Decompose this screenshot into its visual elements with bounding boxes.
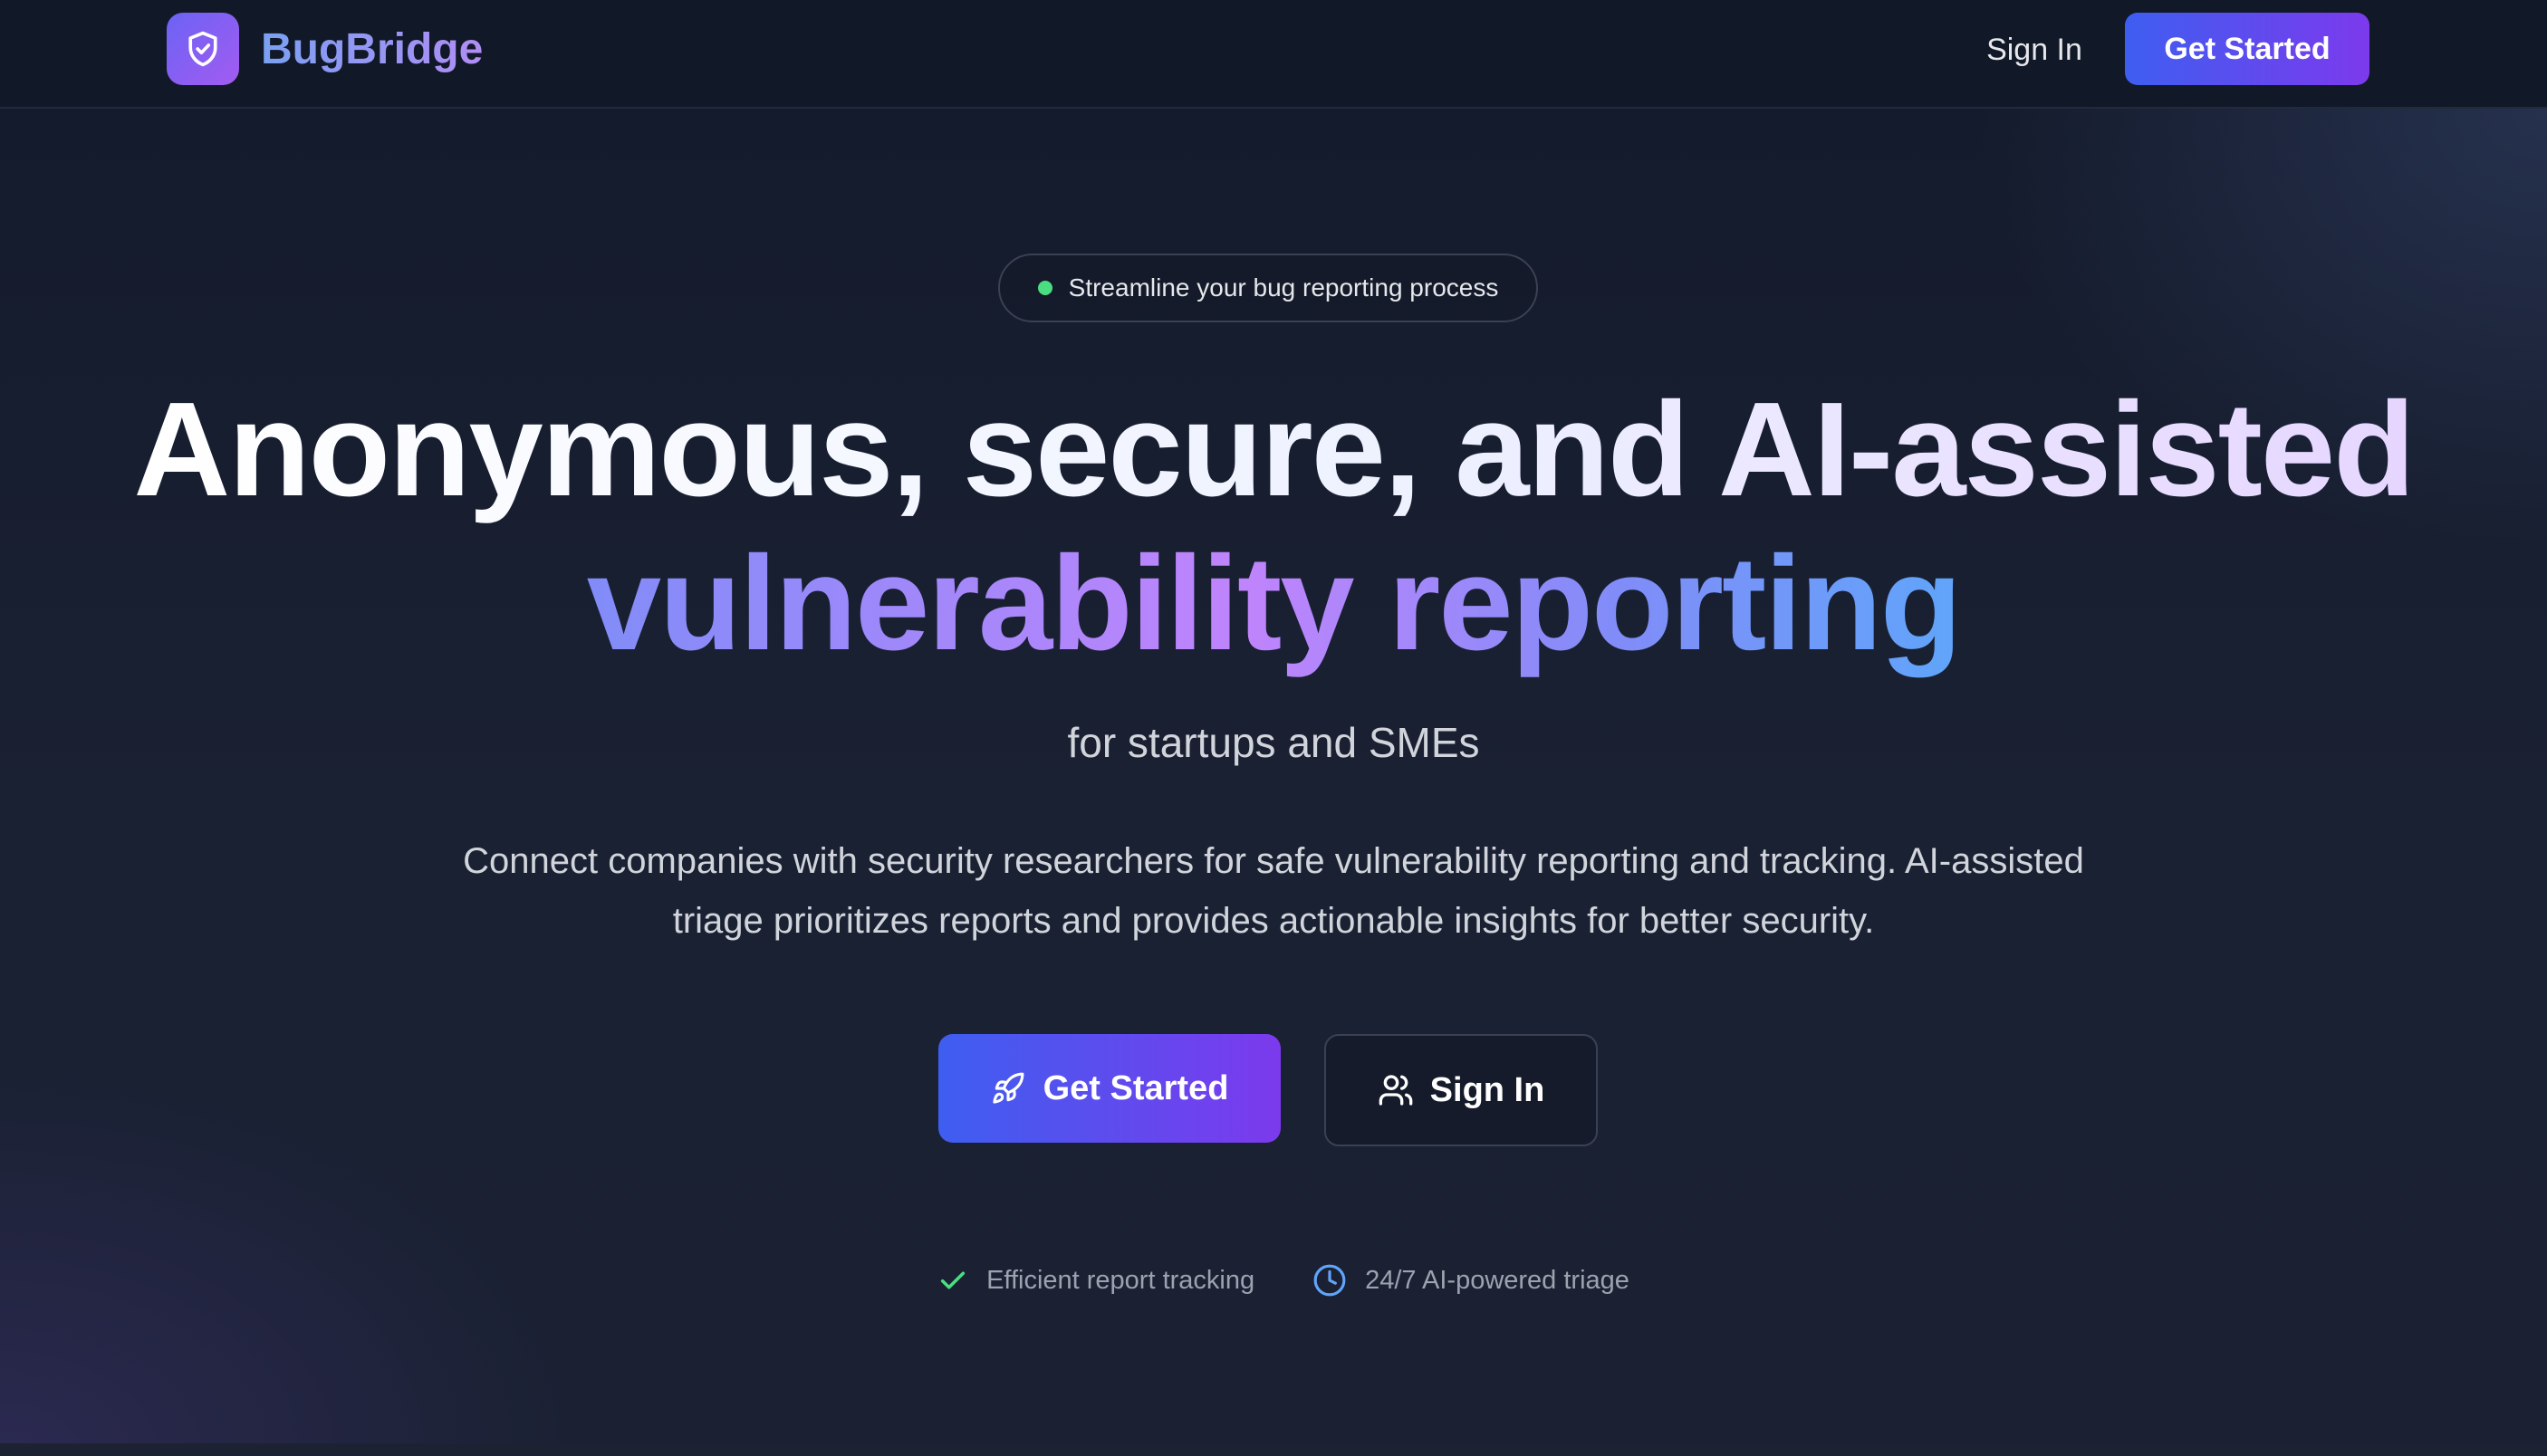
check-icon bbox=[940, 1271, 966, 1289]
hero-headline: Anonymous, secure, and AI-assisted vulne… bbox=[0, 373, 2547, 681]
hero-description: Connect companies with security research… bbox=[463, 841, 2084, 941]
feature-item-report-tracking: Efficient report tracking bbox=[937, 1265, 1254, 1296]
rocket-icon bbox=[992, 1072, 1024, 1104]
logo-mark[interactable] bbox=[167, 13, 239, 85]
headline-line-2: vulnerability reporting bbox=[586, 529, 1962, 678]
status-dot-icon bbox=[1037, 281, 1052, 295]
clock-icon bbox=[1313, 1264, 1346, 1297]
feature-label: 24/7 AI-powered triage bbox=[1365, 1265, 1629, 1295]
nav-sign-in-link[interactable]: Sign In bbox=[1975, 22, 2094, 78]
top-navbar: BugBridge Sign In Get Started bbox=[0, 0, 2547, 109]
next-section-edge bbox=[0, 1443, 2547, 1456]
get-started-label: Get Started bbox=[1043, 1068, 1229, 1107]
brand-name[interactable]: BugBridge bbox=[261, 22, 483, 78]
users-icon bbox=[1379, 1075, 1413, 1106]
sign-in-button[interactable]: Sign In bbox=[1324, 1034, 1598, 1146]
badge-text: Streamline your bug reporting process bbox=[1068, 273, 1499, 302]
shield-check-icon bbox=[188, 31, 217, 67]
feature-item-ai-triage: 24/7 AI-powered triage bbox=[1312, 1263, 1629, 1298]
feature-label: Efficient report tracking bbox=[986, 1265, 1255, 1295]
headline-line-1: Anonymous, secure, and AI-assisted bbox=[133, 375, 2415, 524]
announcement-badge: Streamline your bug reporting process bbox=[998, 254, 1538, 322]
sign-in-label: Sign In bbox=[1429, 1070, 1545, 1109]
hero-subheadline: for startups and SMEs bbox=[1067, 719, 1480, 766]
feature-highlights: Efficient report tracking 24/7 AI-powere… bbox=[0, 1253, 2547, 1308]
get-started-button[interactable]: Get Started bbox=[938, 1034, 1281, 1143]
nav-get-started-button[interactable]: Get Started bbox=[2125, 13, 2369, 85]
